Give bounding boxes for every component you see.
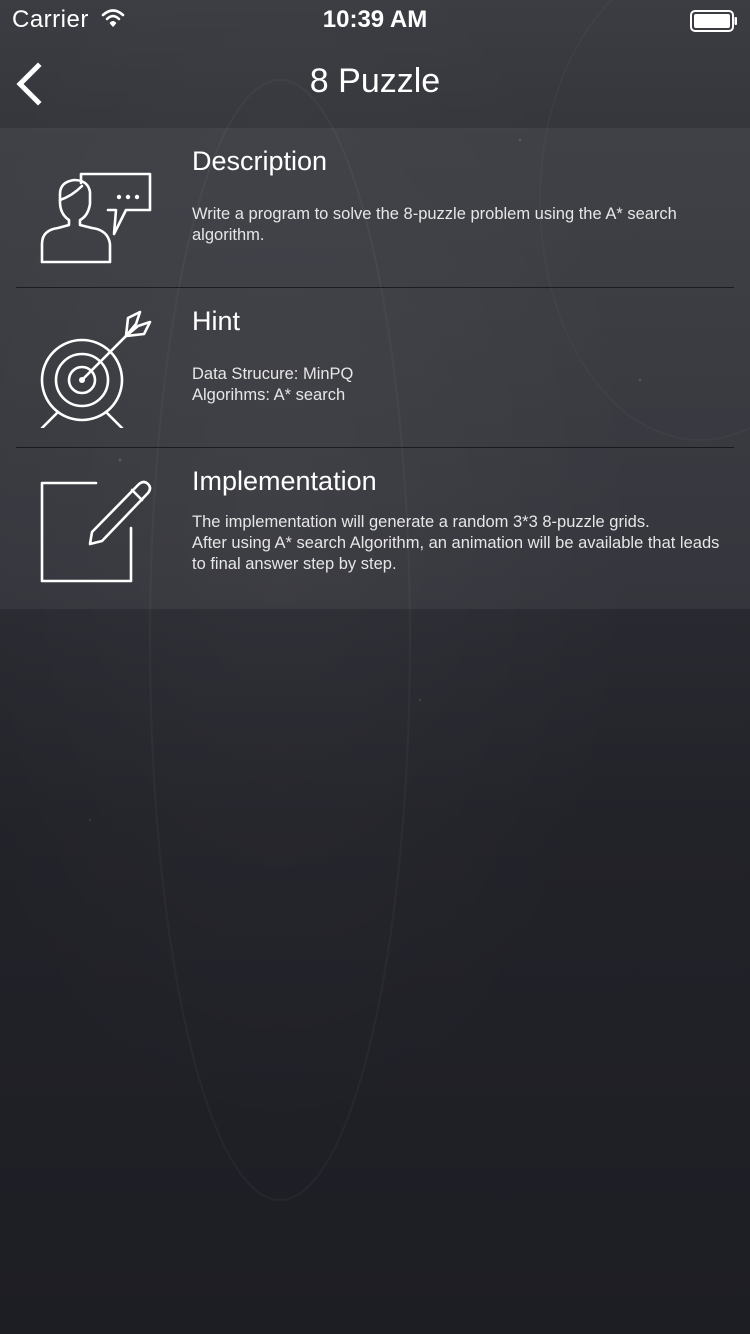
section-body: Data Strucure: MinPQ Algorihms: A* searc… xyxy=(192,364,722,406)
battery-icon xyxy=(690,10,737,32)
section-description: Description Write a program to solve the… xyxy=(0,128,750,288)
target-arrow-icon xyxy=(40,310,152,428)
navigation-bar: 8 Puzzle xyxy=(0,40,750,128)
section-line: Algorihms: A* search xyxy=(192,386,346,404)
section-hint: Hint Data Strucure: MinPQ Algorihms: A* … xyxy=(0,288,750,448)
section-body: Write a program to solve the 8-puzzle pr… xyxy=(192,204,722,246)
section-body: The implementation will generate a rando… xyxy=(192,512,722,575)
section-implementation: Implementation The implementation will g… xyxy=(0,448,750,608)
clock: 10:39 AM xyxy=(322,6,428,33)
section-title: Implementation xyxy=(192,466,377,496)
section-line: Data Strucure: MinPQ xyxy=(192,365,354,383)
section-line: The implementation will generate a rando… xyxy=(192,513,650,531)
section-title: Hint xyxy=(192,306,241,336)
status-bar: Carrier 10:39 AM xyxy=(0,0,750,40)
section-line: Write a program to solve the 8-puzzle pr… xyxy=(192,205,677,244)
pencil-edit-icon xyxy=(40,480,152,583)
section-title: Description xyxy=(192,146,328,176)
detail-list: Description Write a program to solve the… xyxy=(0,128,750,609)
section-line: After using A* search Algorithm, an anim… xyxy=(192,534,720,573)
person-speech-bubble-icon xyxy=(40,172,152,264)
page-title: 8 Puzzle xyxy=(309,62,441,100)
